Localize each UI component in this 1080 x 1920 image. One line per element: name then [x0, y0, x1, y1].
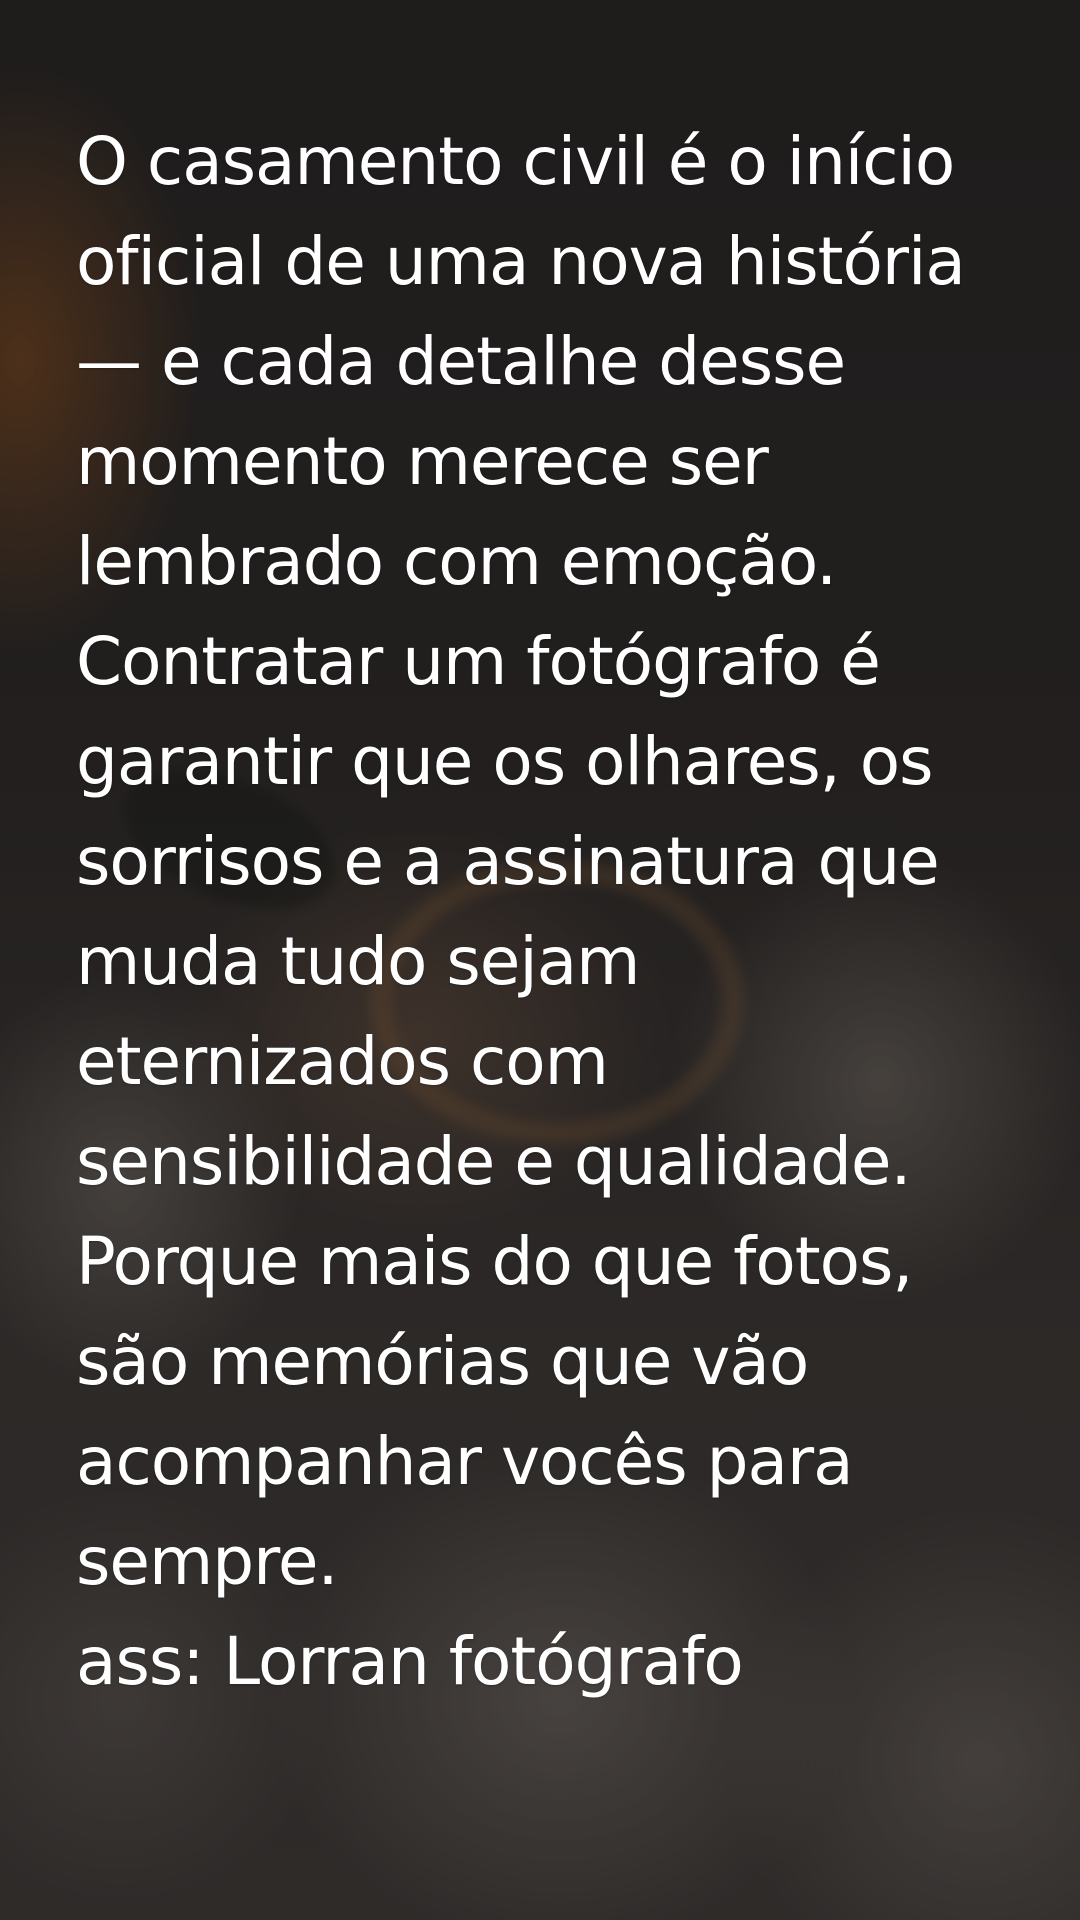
message-text: O casamento civil é o início oficial de … [76, 123, 966, 1700]
story-canvas: O casamento civil é o início oficial de … [0, 0, 1080, 1920]
